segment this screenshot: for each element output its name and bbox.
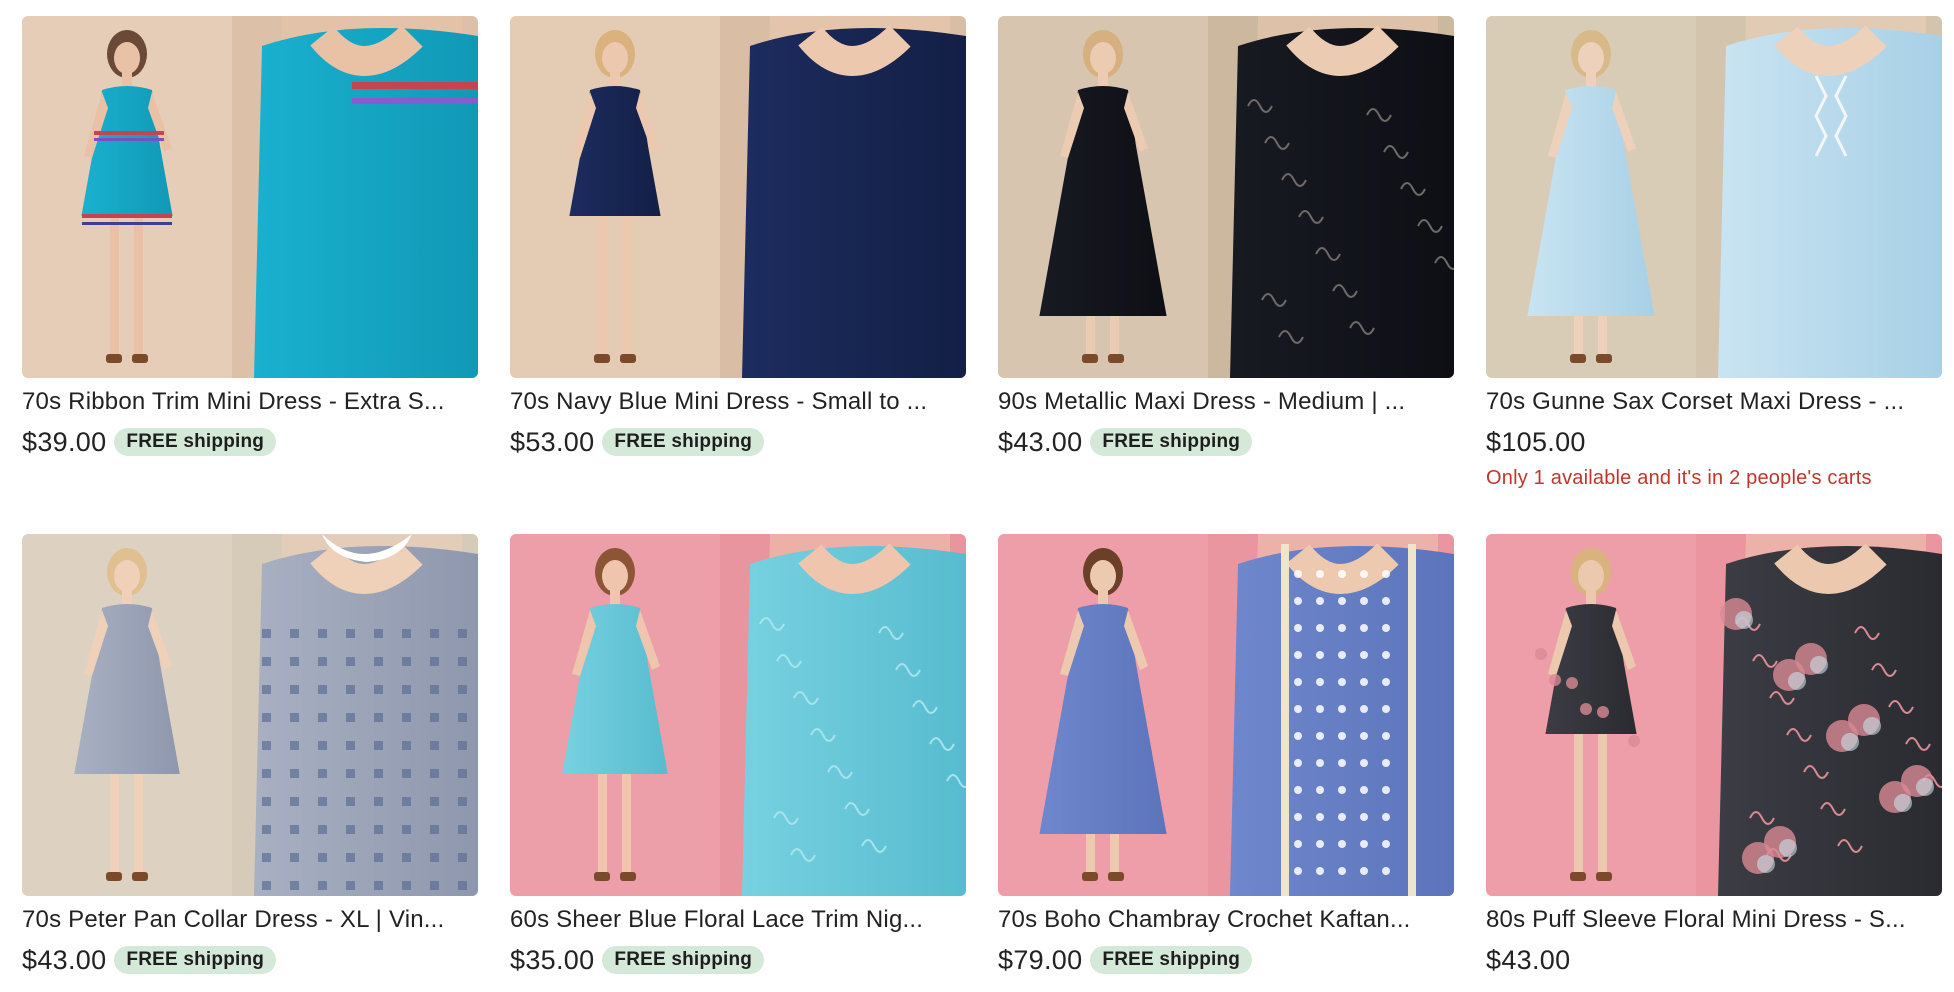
price-row: $43.00 — [1486, 943, 1942, 977]
listing-title[interactable]: 90s Metallic Maxi Dress - Medium | ... — [998, 387, 1454, 417]
listing-price: $35.00 — [510, 944, 595, 975]
listing-price: $79.00 — [998, 944, 1083, 975]
listing-image[interactable] — [1486, 534, 1942, 896]
listing-price: $43.00 — [22, 944, 107, 975]
price-row: $105.00 — [1486, 425, 1942, 459]
listing-title[interactable]: 70s Boho Chambray Crochet Kaftan... — [998, 905, 1454, 935]
price-row: $79.00 FREE shipping — [998, 943, 1454, 977]
free-shipping-badge: FREE shipping — [114, 428, 277, 456]
listing-price: $39.00 — [22, 426, 107, 457]
availability-note: Only 1 available and it's in 2 people's … — [1486, 467, 1872, 489]
price-row: $53.00 FREE shipping — [510, 425, 966, 459]
listing-card[interactable]: 90s Metallic Maxi Dress - Medium | ... $4… — [998, 16, 1454, 459]
listing-card[interactable]: 70s Ribbon Trim Mini Dress - Extra S... $… — [22, 16, 478, 459]
free-shipping-badge: FREE shipping — [602, 428, 765, 456]
listing-price: $105.00 — [1486, 426, 1586, 457]
listing-title[interactable]: 80s Puff Sleeve Floral Mini Dress - S... — [1486, 905, 1942, 935]
free-shipping-badge: FREE shipping — [1090, 428, 1253, 456]
price-row: $43.00 FREE shipping — [22, 943, 478, 977]
free-shipping-badge: FREE shipping — [1090, 946, 1253, 974]
listing-image[interactable] — [998, 534, 1454, 896]
price-row: $43.00 FREE shipping — [998, 425, 1454, 459]
listing-image[interactable] — [510, 16, 966, 378]
listing-price: $53.00 — [510, 426, 595, 457]
listing-title[interactable]: 70s Navy Blue Mini Dress - Small to ... — [510, 387, 966, 417]
listing-card[interactable]: 70s Peter Pan Collar Dress - XL | Vin...… — [22, 534, 478, 977]
listing-price: $43.00 — [998, 426, 1083, 457]
listing-image[interactable] — [1486, 16, 1942, 378]
listing-image[interactable] — [22, 16, 478, 378]
free-shipping-badge: FREE shipping — [602, 946, 765, 974]
free-shipping-badge: FREE shipping — [114, 946, 277, 974]
price-row: $39.00 FREE shipping — [22, 425, 478, 459]
listing-image[interactable] — [22, 534, 478, 896]
listing-card[interactable]: 80s Puff Sleeve Floral Mini Dress - S...… — [1486, 534, 1942, 977]
listing-image[interactable] — [510, 534, 966, 896]
listing-card[interactable]: 70s Gunne Sax Corset Maxi Dress - ... $10… — [1486, 16, 1942, 490]
listing-grid: 70s Ribbon Trim Mini Dress - Extra S... $… — [0, 0, 1954, 992]
listing-card[interactable]: 70s Boho Chambray Crochet Kaftan... $79.0… — [998, 534, 1454, 977]
listing-image[interactable] — [998, 16, 1454, 378]
listing-card[interactable]: 60s Sheer Blue Floral Lace Trim Nig... $3… — [510, 534, 966, 977]
listing-title[interactable]: 70s Peter Pan Collar Dress - XL | Vin... — [22, 905, 478, 935]
listing-title[interactable]: 70s Ribbon Trim Mini Dress - Extra S... — [22, 387, 478, 417]
listing-title[interactable]: 60s Sheer Blue Floral Lace Trim Nig... — [510, 905, 966, 935]
listing-card[interactable]: 70s Navy Blue Mini Dress - Small to ... $… — [510, 16, 966, 459]
listing-price: $43.00 — [1486, 944, 1571, 975]
listing-title[interactable]: 70s Gunne Sax Corset Maxi Dress - ... — [1486, 387, 1942, 417]
price-row: $35.00 FREE shipping — [510, 943, 966, 977]
